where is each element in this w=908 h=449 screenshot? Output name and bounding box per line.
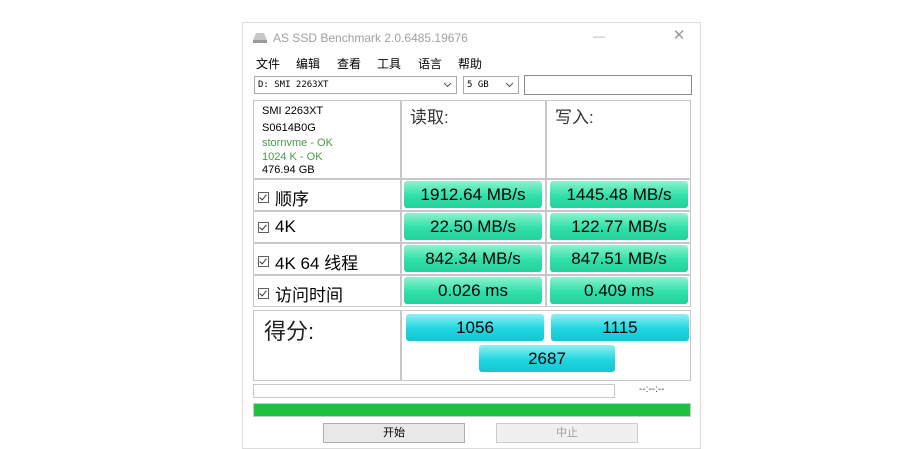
driver-status: stornvme - OK: [262, 137, 333, 149]
stop-button[interactable]: 中止: [496, 423, 638, 443]
row-seq-checkbox[interactable]: 顺序: [258, 185, 309, 210]
drive-icon: [253, 33, 267, 43]
row-4k64-label: 4K 64 线程: [275, 254, 359, 273]
start-button[interactable]: 开始: [323, 423, 465, 443]
alignment-status: 1024 K - OK: [262, 151, 323, 163]
drive-info-panel: SMI 2263XT S0614B0G stornvme - OK 1024 K…: [253, 100, 401, 179]
overall-progress-bar: [253, 403, 691, 417]
row-access-checkbox[interactable]: 访问时间: [258, 281, 343, 306]
score-label-cell: 得分:: [253, 310, 401, 381]
title-bar: AS SSD Benchmark 2.0.6485.19676 — ✕: [243, 23, 700, 53]
seq-write-value: 1445.48 MB/s: [550, 181, 688, 208]
row-4k-label: 4K: [275, 217, 296, 236]
checkbox-checked-icon: [258, 256, 269, 267]
task-progress-bar: [253, 384, 615, 398]
score-total-value: 2687: [479, 345, 615, 372]
drive-select[interactable]: D: SMI 2263XT: [254, 76, 457, 94]
menu-file[interactable]: 文件: [256, 55, 280, 72]
write-header-panel: 写入:: [546, 100, 691, 179]
row-seq-label-cell: 顺序: [253, 179, 401, 211]
row-access-label-cell: 访问时间: [253, 275, 401, 307]
close-button[interactable]: ✕: [669, 26, 689, 46]
checkbox-checked-icon: [258, 288, 269, 299]
read-column-header: 读取:: [410, 108, 449, 127]
chevron-down-icon: [443, 82, 452, 88]
overall-progress-fill: [254, 404, 690, 416]
minimize-button[interactable]: —: [589, 26, 609, 46]
menu-language[interactable]: 语言: [418, 55, 442, 72]
text-input[interactable]: [524, 75, 692, 95]
row-4k64-checkbox[interactable]: 4K 64 线程: [258, 249, 358, 274]
seq-read-value: 1912.64 MB/s: [404, 181, 542, 208]
row-4k64-label-cell: 4K 64 线程: [253, 243, 401, 275]
size-select[interactable]: 5 GB: [463, 76, 519, 94]
menu-edit[interactable]: 编辑: [296, 55, 320, 72]
drive-select-value: D: SMI 2263XT: [258, 80, 329, 90]
row-seq-label: 顺序: [275, 190, 309, 209]
drive-firmware: S0614B0G: [262, 122, 316, 134]
checkbox-checked-icon: [258, 192, 269, 203]
drive-capacity: 476.94 GB: [262, 164, 315, 176]
chevron-down-icon: [505, 82, 514, 88]
window-title: AS SSD Benchmark 2.0.6485.19676: [273, 31, 468, 45]
menu-view[interactable]: 查看: [337, 55, 361, 72]
size-select-value: 5 GB: [467, 80, 489, 90]
score-write-value: 1115: [551, 314, 689, 341]
score-read-value: 1056: [406, 314, 544, 341]
elapsed-time: --:--:--: [639, 384, 665, 395]
access-read-value: 0.026 ms: [404, 277, 542, 304]
drive-model: SMI 2263XT: [262, 105, 324, 117]
row-access-label: 访问时间: [275, 286, 343, 305]
score-label: 得分:: [264, 319, 315, 344]
4k-read-value: 22.50 MB/s: [404, 213, 542, 240]
row-4k-checkbox[interactable]: 4K: [258, 217, 296, 237]
app-window: AS SSD Benchmark 2.0.6485.19676 — ✕ 文件 编…: [242, 22, 701, 449]
4k64-write-value: 847.51 MB/s: [550, 245, 688, 272]
read-header-panel: 读取:: [401, 100, 546, 179]
4k64-read-value: 842.34 MB/s: [404, 245, 542, 272]
checkbox-checked-icon: [258, 221, 269, 233]
menu-tools[interactable]: 工具: [377, 55, 401, 72]
access-write-value: 0.409 ms: [550, 277, 688, 304]
menu-help[interactable]: 帮助: [458, 55, 482, 72]
4k-write-value: 122.77 MB/s: [550, 213, 688, 240]
row-4k-label-cell: 4K: [253, 211, 401, 243]
write-column-header: 写入:: [555, 108, 594, 127]
